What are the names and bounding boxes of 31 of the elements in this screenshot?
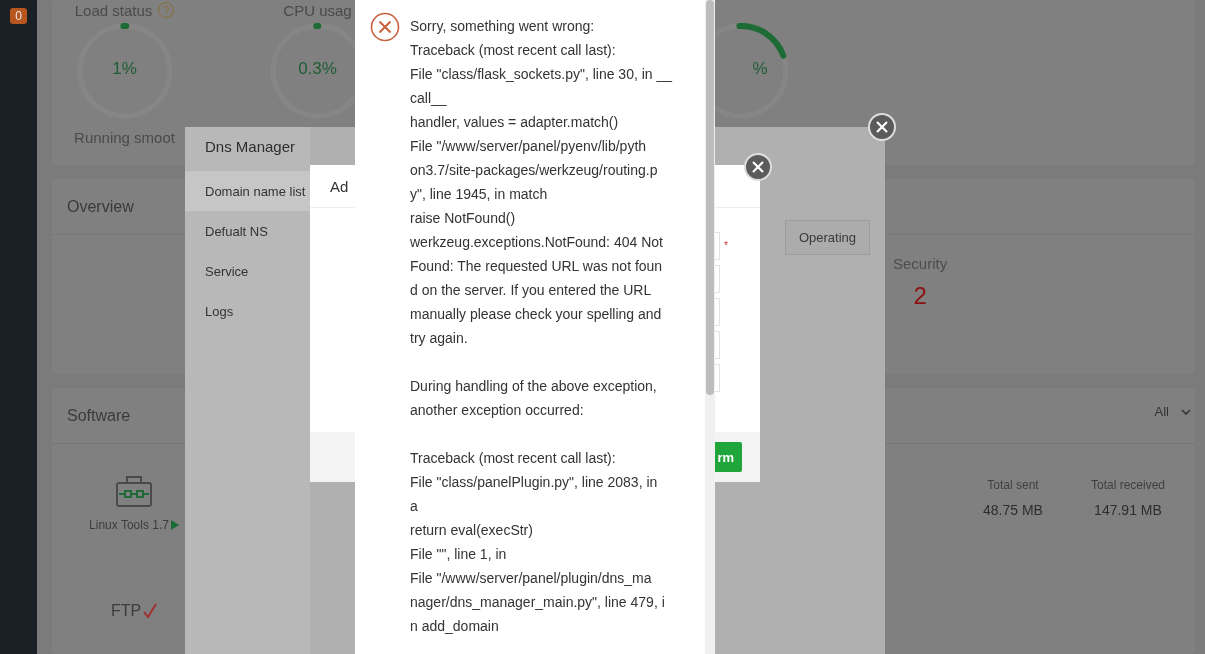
traffic-label: Total received <box>1090 478 1165 492</box>
gauge-value: % <box>752 59 768 79</box>
traffic-label: Total sent <box>987 478 1039 492</box>
card-title: Overview <box>67 197 134 216</box>
app-name[interactable]: FTP <box>110 602 158 620</box>
operating-button[interactable]: Operating <box>785 220 870 255</box>
error-icon <box>370 12 400 42</box>
traffic-value: 147.91 MB <box>1094 502 1162 518</box>
toolbox-icon <box>115 474 153 508</box>
menu-item[interactable]: Domain name list <box>185 171 310 211</box>
stat-value: 2 <box>913 282 927 310</box>
app-name[interactable]: Linux Tools 1.7 <box>89 518 179 532</box>
traffic-value: 48.75 MB <box>983 502 1043 518</box>
checkmark-icon <box>143 603 158 619</box>
gauge-value: 0.3% <box>297 59 338 79</box>
menu-item[interactable]: Defualt NS <box>185 211 310 251</box>
error-message: Sorry, something went wrong: Traceback (most recent call last): File "class/flask_sockets.py", line 30, in __ call__ handler, values = adapter.match() File "/www/server/panel/pyenv/lib/pyth on3.7/site-packages/werkzeug/routing.p y", line 1945, in match raise NotFound() werkzeug.exceptions.NotFound: 404 Not Found: The requested URL was not foun d on the server. If you entered the URL manually please check your spelling and try again. <box>410 17 673 348</box>
menu-item[interactable]: Service <box>185 251 310 291</box>
required-mark: * <box>724 241 728 251</box>
dialog-title: Dns Manager <box>204 137 297 157</box>
menu-item[interactable]: Logs <box>185 291 310 331</box>
dialog-title: Ad <box>330 177 349 195</box>
filter-select[interactable]: All <box>1150 402 1195 421</box>
error-message: Traceback (most recent call last): File "class/panelPlugin.py", line 2083, in a return eval(execStr) File "", line 1, in File "/www/server/panel/plugin/dns_ma nager/dns_manager_main.py", line 479, i n add_domain <box>410 449 666 636</box>
play-icon <box>170 520 179 530</box>
card-title: Software <box>67 406 131 425</box>
gauge-value: 1% <box>111 59 138 79</box>
error-message: During handling of the above exception, another exception occurred: <box>410 377 658 420</box>
notification-badge: 0 <box>10 8 27 24</box>
chevron-down-icon <box>1181 408 1191 415</box>
scrollbar-thumb[interactable] <box>706 0 714 395</box>
